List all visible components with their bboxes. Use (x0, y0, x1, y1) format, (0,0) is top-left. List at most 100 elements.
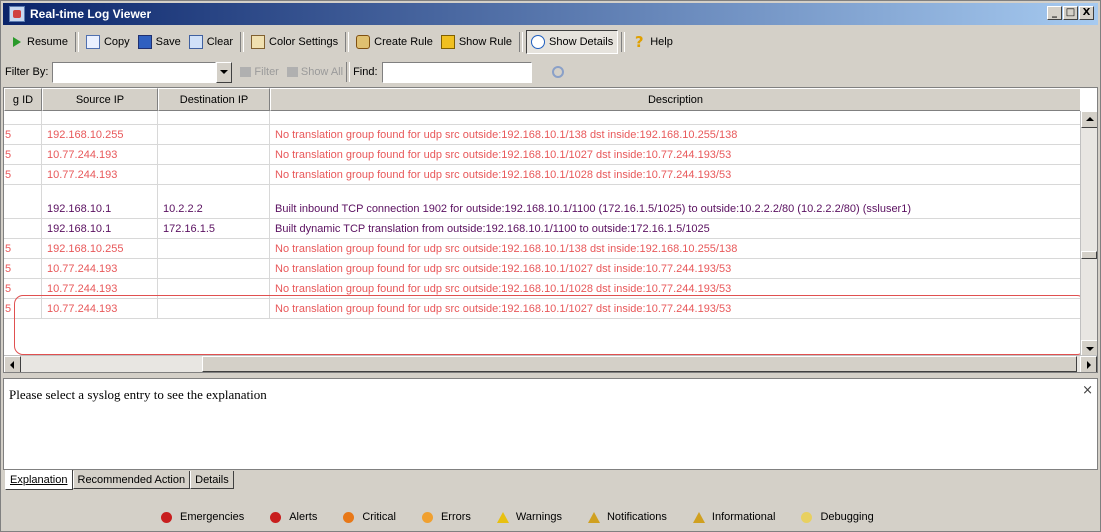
errors-icon (421, 511, 433, 523)
cell-id: 5 (4, 299, 42, 318)
explanation-message: Please select a syslog entry to see the … (9, 387, 267, 402)
filter-label: Filter (254, 66, 279, 78)
show-details-button[interactable]: Show Details (526, 30, 619, 54)
scroll-up-icon[interactable] (1081, 111, 1097, 128)
color-settings-button[interactable]: Color Settings (247, 31, 342, 53)
cell-source-ip: 192.168.10.1 (42, 199, 158, 218)
table-row-spacer (4, 185, 1080, 199)
column-header-description[interactable]: Description (270, 88, 1080, 111)
cell-description: No translation group found for udp src o… (275, 128, 738, 141)
table-row[interactable]: 192.168.10.1 10.2.2.2 Built inbound TCP … (4, 199, 1080, 219)
cell-destination-ip (158, 279, 270, 298)
column-header-source-ip[interactable]: Source IP (42, 88, 158, 111)
filter-button[interactable]: Filter (240, 66, 279, 78)
color-settings-label: Color Settings (269, 36, 339, 48)
legend-label: Informational (711, 511, 776, 523)
legend-errors: Errors (421, 511, 471, 523)
cell-id: 5 (4, 279, 42, 298)
log-table: g ID Source IP Destination IP Descriptio… (3, 87, 1098, 373)
horizontal-scrollbar[interactable] (4, 355, 1097, 372)
cell-destination-ip (158, 125, 270, 144)
table-row[interactable]: 192.168.10.1 172.16.1.5 Built dynamic TC… (4, 219, 1080, 239)
save-label: Save (155, 36, 181, 48)
show-rule-icon (440, 35, 455, 49)
clear-button[interactable]: Clear (185, 31, 237, 53)
tab-recommended-action[interactable]: Recommended Action (72, 471, 191, 489)
cell-id: 5 (4, 145, 42, 164)
toolbar-separator (519, 32, 524, 52)
legend-alerts: Alerts (270, 511, 317, 523)
column-header-destination-ip[interactable]: Destination IP (158, 88, 270, 111)
column-header-id[interactable]: g ID (4, 88, 42, 111)
help-button[interactable]: ? Help (628, 31, 677, 53)
legend-label: Errors (440, 511, 471, 523)
help-label: Help (650, 36, 673, 48)
tab-explanation[interactable]: Explanation (5, 470, 73, 490)
copy-label: Copy (103, 36, 130, 48)
find-input[interactable] (381, 61, 532, 83)
filter-by-combo[interactable] (52, 61, 233, 83)
horizontal-scroll-thumb[interactable] (202, 356, 1077, 372)
chevron-down-icon[interactable] (216, 61, 233, 83)
window-title: Real-time Log Viewer (30, 7, 152, 21)
table-row[interactable]: 5 10.77.244.193 No translation group fou… (4, 165, 1080, 185)
save-icon (137, 35, 152, 49)
maximize-button[interactable]: □ (1063, 6, 1078, 20)
filter-bar: Filter By: Filter Show All Find: (3, 59, 1098, 85)
cell-description: No translation group found for udp src o… (275, 282, 732, 295)
find-label: Find: (353, 66, 378, 78)
create-rule-button[interactable]: Create Rule (352, 31, 437, 53)
table-row[interactable]: 5 10.77.244.193 No translation group fou… (4, 259, 1080, 279)
scroll-right-icon[interactable] (1080, 356, 1097, 372)
cell-source-ip: 10.77.244.193 (42, 165, 158, 184)
copy-button[interactable]: Copy (82, 31, 134, 53)
vertical-scroll-thumb[interactable] (1081, 251, 1097, 259)
save-button[interactable]: Save (134, 31, 185, 53)
show-all-button[interactable]: Show All (286, 66, 343, 78)
resume-button[interactable]: Resume (9, 31, 72, 53)
create-rule-icon (356, 35, 371, 49)
color-settings-icon (251, 35, 266, 49)
table-row[interactable]: 5 10.77.244.193 No translation group fou… (4, 279, 1080, 299)
cell-destination-ip (158, 145, 270, 164)
table-row[interactable]: 5 10.77.244.193 No translation group fou… (4, 145, 1080, 165)
copy-icon (85, 35, 100, 49)
cell-destination-ip (158, 259, 270, 278)
table-row[interactable]: 5 192.168.10.255 No translation group fo… (4, 239, 1080, 259)
log-viewer-window: Real-time Log Viewer _ □ X Resume Copy S… (0, 0, 1101, 532)
clear-label: Clear (206, 36, 234, 48)
table-row[interactable]: 5 10.77.244.193 No translation group fou… (4, 299, 1080, 319)
close-icon[interactable]: × (1082, 383, 1093, 398)
vertical-scrollbar[interactable] (1080, 111, 1097, 357)
filter-by-input[interactable] (52, 61, 217, 83)
cell-destination-ip (158, 299, 270, 318)
legend-notifications: Notifications (587, 511, 667, 523)
legend-warnings: Warnings (496, 511, 562, 523)
legend-label: Critical (362, 511, 396, 523)
debugging-icon (801, 511, 813, 523)
info-icon (692, 511, 705, 523)
cell-destination-ip (158, 165, 270, 184)
legend-emergencies: Emergencies (161, 511, 244, 523)
cell-description: No translation group found for udp src o… (275, 262, 732, 275)
filter-icon (240, 67, 252, 77)
tab-details-label: Details (195, 473, 229, 486)
app-icon (9, 6, 25, 22)
table-body: 5 192.168.10.255 No translation group fo… (4, 111, 1080, 319)
close-button[interactable]: X (1079, 6, 1094, 20)
alerts-icon (270, 511, 282, 523)
cell-source-ip: 10.77.244.193 (42, 279, 158, 298)
minimize-button[interactable]: _ (1047, 6, 1062, 20)
cell-source-ip: 10.77.244.193 (42, 259, 158, 278)
toolbar-separator (240, 32, 245, 52)
create-rule-label: Create Rule (374, 36, 433, 48)
filter-by-label: Filter By: (5, 66, 49, 78)
scroll-left-icon[interactable] (4, 356, 21, 372)
show-rule-button[interactable]: Show Rule (437, 31, 516, 53)
tab-details[interactable]: Details (190, 471, 234, 489)
search-icon[interactable] (551, 66, 564, 78)
legend-informational: Informational (692, 511, 776, 523)
table-row[interactable]: 5 192.168.10.255 No translation group fo… (4, 125, 1080, 145)
filter-separator (346, 62, 351, 82)
title-bar: Real-time Log Viewer _ □ X (3, 3, 1098, 25)
